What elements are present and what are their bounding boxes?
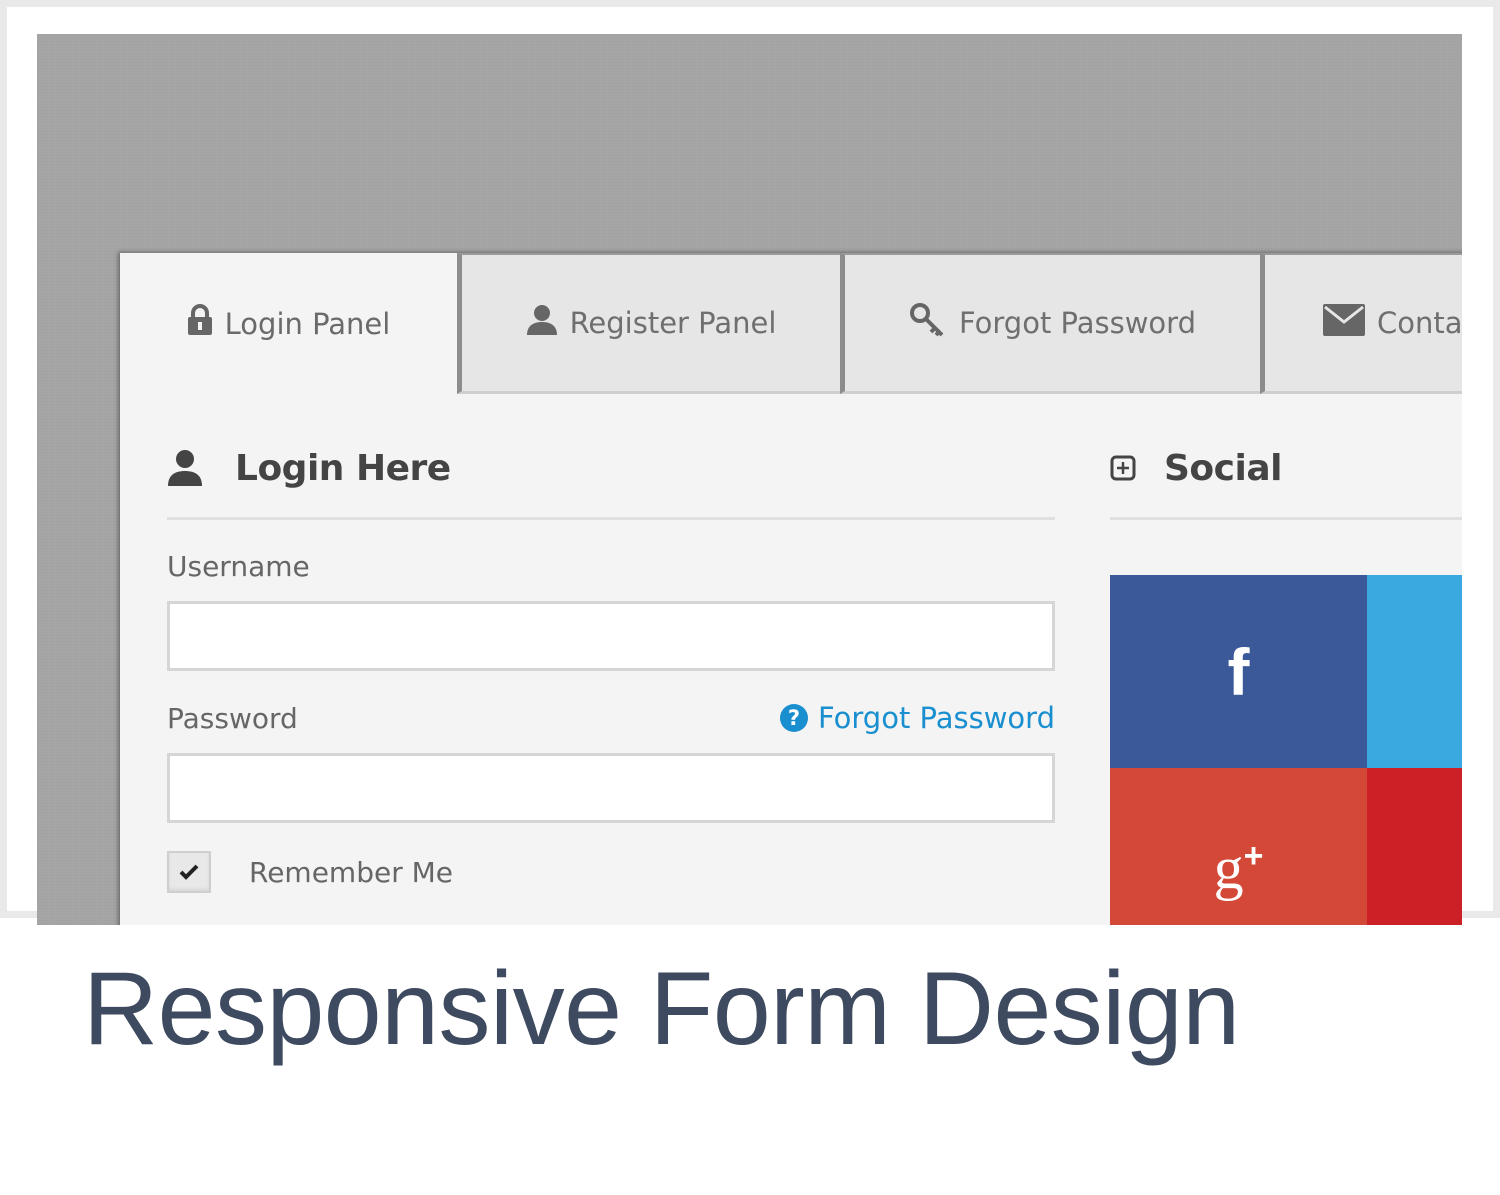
key-icon <box>909 302 947 345</box>
password-label-row: Password ? Forgot Password <box>167 701 1055 735</box>
login-divider <box>167 517 1055 520</box>
tab-label: Conta <box>1377 306 1462 340</box>
facebook-icon: f <box>1227 634 1250 709</box>
forgot-password-label: Forgot Password <box>818 701 1055 735</box>
twitter-button[interactable] <box>1367 575 1462 768</box>
google-plus-button[interactable]: g+ <box>1110 768 1367 925</box>
remember-me-row: Remember Me <box>167 851 1055 893</box>
tab-label: Forgot Password <box>959 306 1196 340</box>
question-circle-icon: ? <box>780 704 808 732</box>
username-label: Username <box>167 550 310 583</box>
google-plus-plus: + <box>1243 836 1264 875</box>
forgot-password-link[interactable]: ? Forgot Password <box>780 701 1055 735</box>
tab-login-panel[interactable]: Login Panel <box>120 253 457 394</box>
social-header: Social <box>1110 443 1462 493</box>
login-header: Login Here <box>167 443 1055 493</box>
social-divider <box>1110 517 1462 520</box>
social-section: Social f g+ <box>1110 443 1462 925</box>
password-label: Password <box>167 701 298 735</box>
login-title: Login Here <box>235 447 451 489</box>
facebook-button[interactable]: f <box>1110 575 1367 768</box>
tab-forgot-password[interactable]: Forgot Password <box>840 253 1260 394</box>
google-plus-g: g <box>1213 834 1244 901</box>
tab-bar: Login Panel Register Panel Forgot Passwo… <box>120 253 1462 396</box>
remember-me-label: Remember Me <box>249 855 453 889</box>
tab-register-panel[interactable]: Register Panel <box>457 253 840 394</box>
login-section: Login Here Username Password ? Forgot Pa… <box>167 443 1055 893</box>
tab-label: Login Panel <box>224 306 391 341</box>
caption-title: Responsive Form Design <box>83 951 1240 1067</box>
google-plus-icon: g+ <box>1214 834 1264 903</box>
user-icon <box>167 449 203 487</box>
form-screenshot: Login Panel Register Panel Forgot Passwo… <box>37 34 1462 925</box>
remember-me-checkbox[interactable] <box>167 851 211 893</box>
tab-label: Register Panel <box>569 306 777 340</box>
tab-contact[interactable]: Conta <box>1260 253 1462 394</box>
user-icon <box>526 304 558 343</box>
envelope-icon <box>1323 303 1365 343</box>
checkmark-icon <box>179 864 199 880</box>
form-panel: Login Panel Register Panel Forgot Passwo… <box>120 253 1462 925</box>
pinterest-button[interactable] <box>1367 768 1462 925</box>
lock-icon <box>187 304 213 343</box>
social-title: Social <box>1164 447 1282 489</box>
password-input[interactable] <box>167 753 1055 823</box>
username-input[interactable] <box>167 601 1055 671</box>
plus-square-icon <box>1110 455 1136 481</box>
